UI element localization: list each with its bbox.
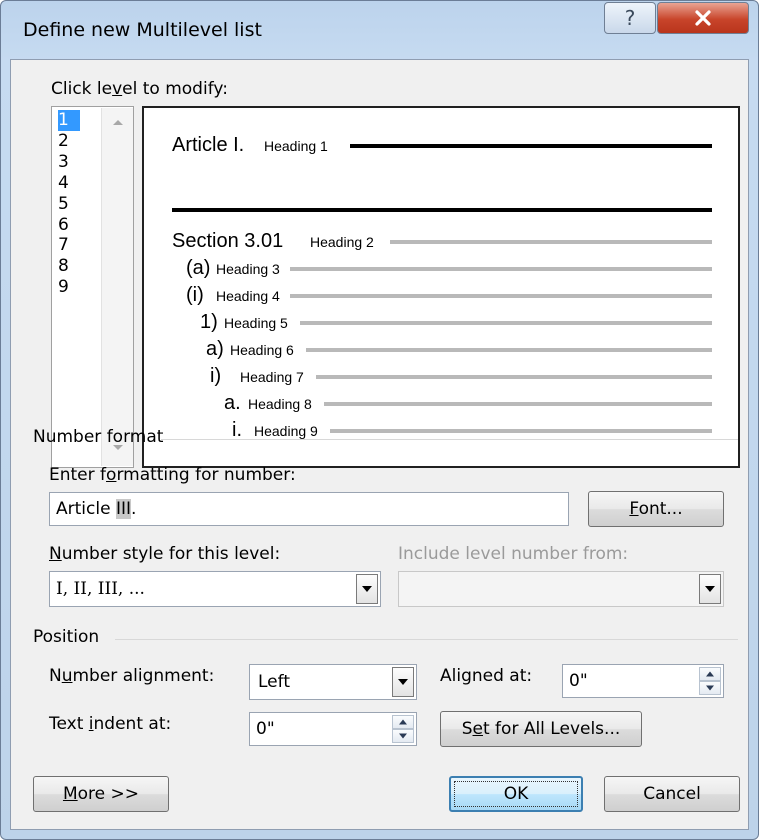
preview-number-7: i) — [210, 365, 222, 387]
spin-down-icon — [706, 685, 714, 691]
preview-number-6: a) — [206, 338, 224, 360]
number-alignment-value: Left — [258, 672, 290, 692]
number-format-value: Article III. — [56, 499, 137, 519]
number-format-input[interactable]: Article III. — [49, 492, 569, 526]
number-style-value: I, II, III, ... — [56, 579, 145, 599]
number-style-select[interactable]: I, II, III, ... — [49, 571, 381, 607]
preview-line-7 — [316, 375, 712, 379]
help-button[interactable]: ? — [604, 2, 656, 34]
preview-number-9: i. — [232, 419, 242, 441]
spin-up-icon — [399, 719, 407, 725]
spin-up-icon — [706, 671, 714, 677]
preview-number-8: a. — [224, 392, 241, 414]
text-indent-up[interactable] — [392, 715, 414, 729]
number-format-divider — [161, 439, 738, 440]
preview-row-5: 1) Heading 5 — [200, 307, 712, 337]
dialog-body: Click level to modify: 1 2 3 4 5 6 7 8 9… — [10, 59, 749, 830]
close-button[interactable] — [657, 2, 749, 34]
svg-text:?: ? — [625, 7, 636, 29]
text-indent-value: 0" — [256, 719, 275, 739]
aligned-at-up[interactable] — [699, 667, 721, 681]
include-level-dropdown-button[interactable] — [699, 574, 721, 604]
text-indent-label: Text indent at: — [49, 714, 172, 734]
position-divider — [115, 639, 738, 640]
preview-row-2: Section 3.01 Heading 2 — [172, 226, 712, 256]
preview-number-4: (i) — [186, 284, 204, 306]
chevron-down-icon — [398, 679, 408, 685]
level-preview: Article I. Heading 1 Section 3.01 Headin… — [142, 106, 740, 468]
number-style-dropdown-button[interactable] — [356, 574, 378, 604]
level-item-6[interactable]: 6 — [58, 215, 80, 236]
level-list-scrollbar[interactable] — [101, 108, 133, 466]
preview-number-2: Section 3.01 — [172, 230, 284, 252]
preview-row-6: a) Heading 6 — [206, 334, 712, 364]
preview-style-9: Heading 9 — [254, 423, 318, 439]
number-alignment-label: Number alignment: — [49, 666, 215, 686]
number-alignment-dropdown-button[interactable] — [392, 667, 414, 697]
title-bar: Define new Multilevel list ? — [1, 1, 758, 59]
level-item-1[interactable]: 1 — [58, 110, 80, 131]
dialog-title: Define new Multilevel list — [23, 19, 262, 41]
aligned-at-spinbox[interactable]: 0" — [562, 664, 724, 698]
scroll-up-arrow-icon[interactable] — [112, 118, 124, 126]
number-style-label: Number style for this level: — [49, 544, 281, 564]
preview-number-3: (a) — [186, 257, 211, 279]
font-button[interactable]: Font... — [588, 491, 724, 527]
preview-row-1: Article I. Heading 1 — [172, 130, 712, 160]
preview-row-8: a. Heading 8 — [224, 388, 712, 418]
cancel-button[interactable]: Cancel — [604, 776, 740, 812]
chevron-down-icon — [362, 586, 372, 592]
level-list-label: Click level to modify: — [51, 79, 228, 99]
include-level-label: Include level number from: — [398, 544, 629, 564]
help-icon: ? — [625, 7, 636, 29]
close-icon — [695, 10, 711, 26]
include-level-select[interactable] — [398, 571, 724, 607]
aligned-at-down[interactable] — [699, 681, 721, 695]
number-placeholder-highlight: III — [115, 499, 131, 519]
preview-line-9 — [330, 429, 712, 433]
preview-line-6 — [306, 348, 712, 352]
position-section-title: Position — [33, 627, 100, 647]
dialog-window: Define new Multilevel list ? Click level… — [0, 0, 759, 840]
chevron-down-icon — [705, 586, 715, 592]
preview-line-1 — [350, 144, 712, 148]
level-item-7[interactable]: 7 — [58, 235, 80, 256]
preview-rule-1 — [172, 208, 712, 212]
enter-formatting-label: Enter formatting for number: — [49, 465, 296, 485]
ok-button[interactable]: OK — [449, 776, 583, 812]
preview-line-5 — [300, 321, 712, 325]
text-indent-spinbox[interactable]: 0" — [249, 712, 417, 746]
preview-line-3 — [290, 267, 712, 271]
preview-line-4 — [290, 294, 712, 298]
level-item-4[interactable]: 4 — [58, 173, 80, 194]
level-item-3[interactable]: 3 — [58, 152, 80, 173]
spin-down-icon — [399, 733, 407, 739]
preview-row-7: i) Heading 7 — [210, 361, 712, 391]
preview-number-1: Article I. — [172, 134, 245, 156]
more-button[interactable]: More >> — [33, 776, 169, 812]
focus-rectangle — [454, 781, 578, 807]
aligned-at-value: 0" — [569, 671, 588, 691]
level-item-8[interactable]: 8 — [58, 256, 80, 277]
aligned-at-spinner[interactable] — [699, 667, 721, 695]
text-indent-down[interactable] — [392, 729, 414, 743]
level-item-2[interactable]: 2 — [58, 131, 80, 152]
preview-line-8 — [324, 402, 712, 406]
number-alignment-select[interactable]: Left — [249, 664, 417, 700]
preview-row-3: (a) Heading 3 — [186, 253, 712, 283]
preview-number-5: 1) — [200, 311, 218, 333]
level-item-9[interactable]: 9 — [58, 277, 80, 298]
preview-row-9: i. Heading 9 — [232, 415, 712, 445]
preview-row-4: (i) Heading 4 — [186, 280, 712, 310]
preview-style-1: Heading 1 — [264, 138, 328, 154]
preview-line-2 — [390, 240, 712, 244]
text-indent-spinner[interactable] — [392, 715, 414, 743]
level-list[interactable]: 1 2 3 4 5 6 7 8 9 — [51, 106, 134, 468]
level-item-5[interactable]: 5 — [58, 194, 80, 215]
aligned-at-label: Aligned at: — [440, 666, 533, 686]
set-for-all-levels-button[interactable]: Set for All Levels... — [440, 711, 642, 747]
number-format-section-title: Number format — [33, 427, 164, 447]
